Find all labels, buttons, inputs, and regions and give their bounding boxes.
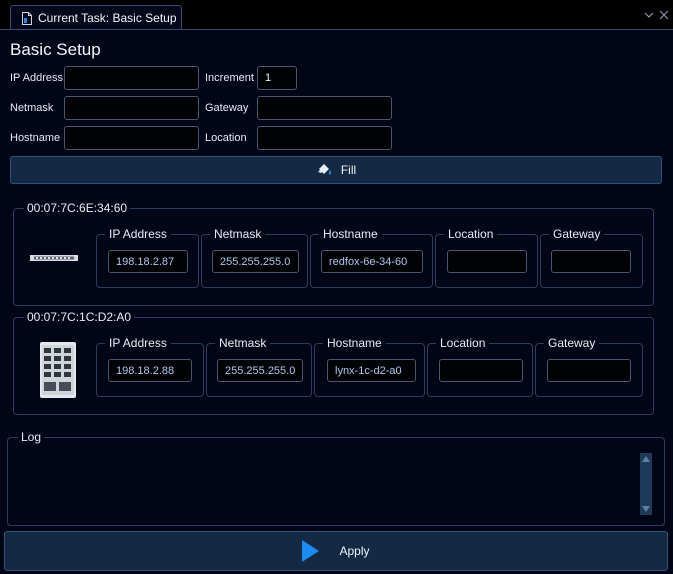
apply-label: Apply	[339, 544, 370, 558]
hostname-input[interactable]	[64, 126, 199, 150]
device-netmask-label: Netmask	[215, 336, 271, 350]
fill-bucket-icon	[317, 163, 331, 175]
device-gateway-field: Gateway	[535, 336, 643, 397]
device-gateway-input[interactable]	[551, 250, 631, 273]
device-ip-input[interactable]: 198.18.2.87	[108, 250, 188, 273]
location-label: Location	[205, 132, 247, 144]
device-hostname-field: Hostname lynx-1c-d2-a0	[314, 336, 425, 397]
chevron-down-icon[interactable]	[643, 9, 655, 21]
device-group: 00:07:7C:6E:34:60 IP Address 198.18.2.87…	[13, 201, 654, 306]
fill-label: Fill	[340, 163, 357, 177]
device-location-input[interactable]	[439, 359, 523, 382]
device-mac: 00:07:7C:1C:D2:A0	[24, 310, 135, 324]
device-ip-field: IP Address 198.18.2.87	[96, 227, 199, 288]
hostname-label: Hostname	[10, 132, 61, 144]
device-gateway-label: Gateway	[549, 227, 605, 241]
netmask-label: Netmask	[10, 102, 54, 114]
page-title: Basic Setup	[10, 40, 101, 59]
log-label: Log	[18, 430, 45, 444]
tab-strip: Current Task: Basic Setup	[0, 0, 673, 30]
log-scrollbar[interactable]	[640, 453, 652, 515]
device-location-input[interactable]	[447, 250, 527, 273]
device-netmask-field: Netmask 255.255.255.0	[201, 227, 308, 288]
device-ip-input[interactable]: 198.18.2.88	[108, 359, 192, 382]
device-location-label: Location	[436, 336, 490, 350]
device-location-field: Location	[435, 227, 538, 288]
device-hostname-label: Hostname	[319, 227, 382, 241]
scroll-down-icon[interactable]	[642, 506, 650, 512]
ip-address-input[interactable]	[64, 66, 199, 90]
gateway-input[interactable]	[257, 96, 392, 120]
tab-title: Current Task: Basic Setup	[38, 11, 177, 25]
location-input[interactable]	[257, 126, 392, 150]
device-gateway-field: Gateway	[540, 227, 643, 288]
device-gateway-label: Gateway	[544, 336, 600, 350]
device-ip-label: IP Address	[105, 336, 171, 350]
device-gateway-input[interactable]	[547, 359, 631, 382]
device-location-label: Location	[444, 227, 498, 241]
document-icon	[22, 11, 32, 25]
device-netmask-input[interactable]: 255.255.255.0	[212, 250, 299, 273]
rack-switch-image	[30, 255, 78, 261]
device-group: 00:07:7C:1C:D2:A0 IP Address 198.18.2.88…	[13, 310, 654, 415]
device-mac: 00:07:7C:6E:34:60	[24, 201, 131, 215]
ip-address-label: IP Address	[10, 72, 63, 84]
gateway-label: Gateway	[205, 102, 249, 114]
device-netmask-input[interactable]: 255.255.255.0	[217, 359, 303, 382]
tab-current-task[interactable]: Current Task: Basic Setup	[10, 5, 182, 30]
increment-label: Increment	[205, 72, 254, 84]
device-netmask-field: Netmask 255.255.255.0	[206, 336, 312, 397]
device-hostname-label: Hostname	[323, 336, 386, 350]
device-ip-field: IP Address 198.18.2.88	[96, 336, 204, 397]
device-hostname-field: Hostname redfox-6e-34-60	[310, 227, 433, 288]
scroll-up-icon[interactable]	[642, 456, 650, 462]
device-hostname-input[interactable]: lynx-1c-d2-a0	[327, 359, 416, 382]
apply-button[interactable]: Apply	[4, 531, 668, 571]
close-icon[interactable]	[658, 9, 670, 21]
din-rail-switch-image	[40, 342, 76, 398]
device-netmask-label: Netmask	[210, 227, 266, 241]
play-icon	[302, 540, 320, 562]
log-panel[interactable]: Log	[7, 430, 665, 526]
device-ip-label: IP Address	[105, 227, 171, 241]
basic-setup-panel: Basic Setup IP Address Increment 1 Netma…	[0, 29, 673, 574]
fill-button[interactable]: Fill	[10, 156, 662, 184]
netmask-input[interactable]	[64, 96, 199, 120]
increment-input[interactable]: 1	[257, 66, 297, 90]
device-hostname-input[interactable]: redfox-6e-34-60	[321, 250, 423, 273]
device-location-field: Location	[427, 336, 533, 397]
